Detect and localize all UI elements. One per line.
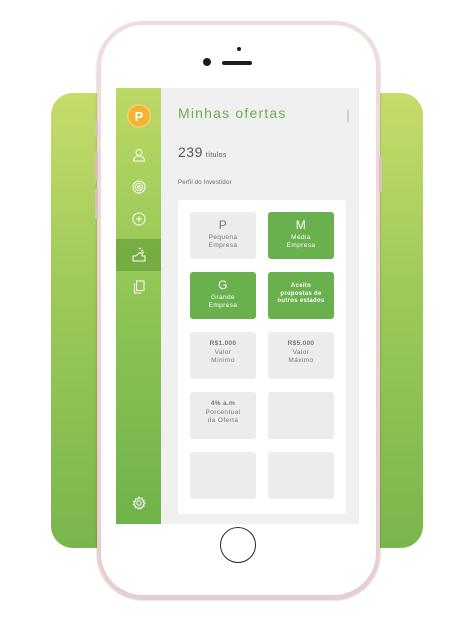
hand-money-icon xyxy=(132,247,145,262)
titles-count-unit: títulos xyxy=(205,152,227,159)
tile-valor-minimo[interactable]: R$1.000 Valor Mínimo xyxy=(190,332,256,379)
tile-label-line: propostas de xyxy=(280,290,322,297)
sidebar-item-add[interactable] xyxy=(116,206,161,232)
tile-label-line: Pequena xyxy=(208,234,238,241)
tile-label: Grande Empresa xyxy=(190,294,256,310)
tile-empty[interactable] xyxy=(268,392,334,439)
tile-label: Porcentual da Oferta xyxy=(190,409,256,425)
tile-valor-maximo[interactable]: R$5.000 Valor Máximo xyxy=(268,332,334,379)
settings-gear-icon xyxy=(132,496,146,510)
tile-label-line: da Oferta xyxy=(207,417,239,424)
sidebar-item-offers[interactable] xyxy=(116,239,161,271)
add-circle-icon xyxy=(132,212,145,226)
sidebar: P xyxy=(116,88,161,524)
home-button[interactable] xyxy=(220,527,256,563)
tile-label-line: Média xyxy=(291,234,311,241)
titles-count-number: 239 xyxy=(178,144,203,160)
tile-label-line: Porcentual xyxy=(205,409,241,416)
tile-value: 4% a.m xyxy=(210,400,236,407)
tile-label-line: Valor xyxy=(214,349,232,356)
power-button xyxy=(379,156,382,192)
mute-switch xyxy=(95,121,98,137)
tile-aceito-outros-estados[interactable]: Aceito propostas de outros estados xyxy=(268,272,334,319)
tile-letter: M xyxy=(295,218,307,232)
tile-letter: G xyxy=(218,278,228,292)
volume-up-button xyxy=(95,151,98,181)
titles-count: 239 títulos xyxy=(178,144,227,162)
volume-down-button xyxy=(95,189,98,219)
main-content: Minhas ofertas 239 títulos Perfil do Inve… xyxy=(161,88,359,524)
tile-label-line: Valor xyxy=(292,349,310,356)
tile-label-line: Grande xyxy=(210,294,236,301)
user-icon xyxy=(132,149,145,162)
investor-profile-label: Perfil do Investidor xyxy=(178,180,232,186)
tile-value: R$1.000 xyxy=(209,340,237,347)
tile-label: Aceito propostas de outros estados xyxy=(268,283,334,306)
page-title: Minhas ofertas xyxy=(178,105,287,121)
tile-media-empresa[interactable]: M Média Empresa xyxy=(268,212,334,259)
tile-label-line: Empresa xyxy=(208,302,238,309)
tile-letter: P xyxy=(218,218,228,232)
filters-panel: P Pequena Empresa M Média Empresa G Gran… xyxy=(178,200,346,514)
app-logo[interactable]: P xyxy=(127,104,151,128)
logo-letter: P xyxy=(134,108,144,124)
scroll-indicator xyxy=(347,110,349,122)
sidebar-item-documents[interactable] xyxy=(116,274,161,300)
tile-pequena-empresa[interactable]: P Pequena Empresa xyxy=(190,212,256,259)
tile-empty[interactable] xyxy=(268,452,334,499)
sidebar-item-target[interactable] xyxy=(116,174,161,200)
tile-label-line: Mínimo xyxy=(211,357,235,364)
earpiece-speaker xyxy=(222,61,252,65)
target-icon xyxy=(132,180,145,194)
proximity-sensor xyxy=(237,47,241,51)
sidebar-item-settings[interactable] xyxy=(116,490,161,516)
tile-label-line: Empresa xyxy=(286,242,316,249)
tile-label-line: Máximo xyxy=(288,357,314,364)
tile-label-line: Aceito xyxy=(290,283,312,289)
tile-label: Média Empresa xyxy=(268,234,334,250)
tile-porcentual-oferta[interactable]: 4% a.m Porcentual da Oferta xyxy=(190,392,256,439)
tile-empty[interactable] xyxy=(190,452,256,499)
tile-label-line: outros estados xyxy=(277,298,325,304)
tile-label: Valor Máximo xyxy=(268,349,334,365)
sidebar-item-profile[interactable] xyxy=(116,142,161,168)
tile-label: Pequena Empresa xyxy=(190,234,256,250)
tile-value: R$5.000 xyxy=(287,340,315,347)
tile-label: Valor Mínimo xyxy=(190,349,256,365)
app-screen: P Minhas ofertas 239 títulos Perfil do I… xyxy=(116,88,359,524)
tile-label-line: Empresa xyxy=(208,242,238,249)
front-camera xyxy=(203,58,211,66)
tile-grande-empresa[interactable]: G Grande Empresa xyxy=(190,272,256,319)
documents-icon xyxy=(133,280,144,294)
